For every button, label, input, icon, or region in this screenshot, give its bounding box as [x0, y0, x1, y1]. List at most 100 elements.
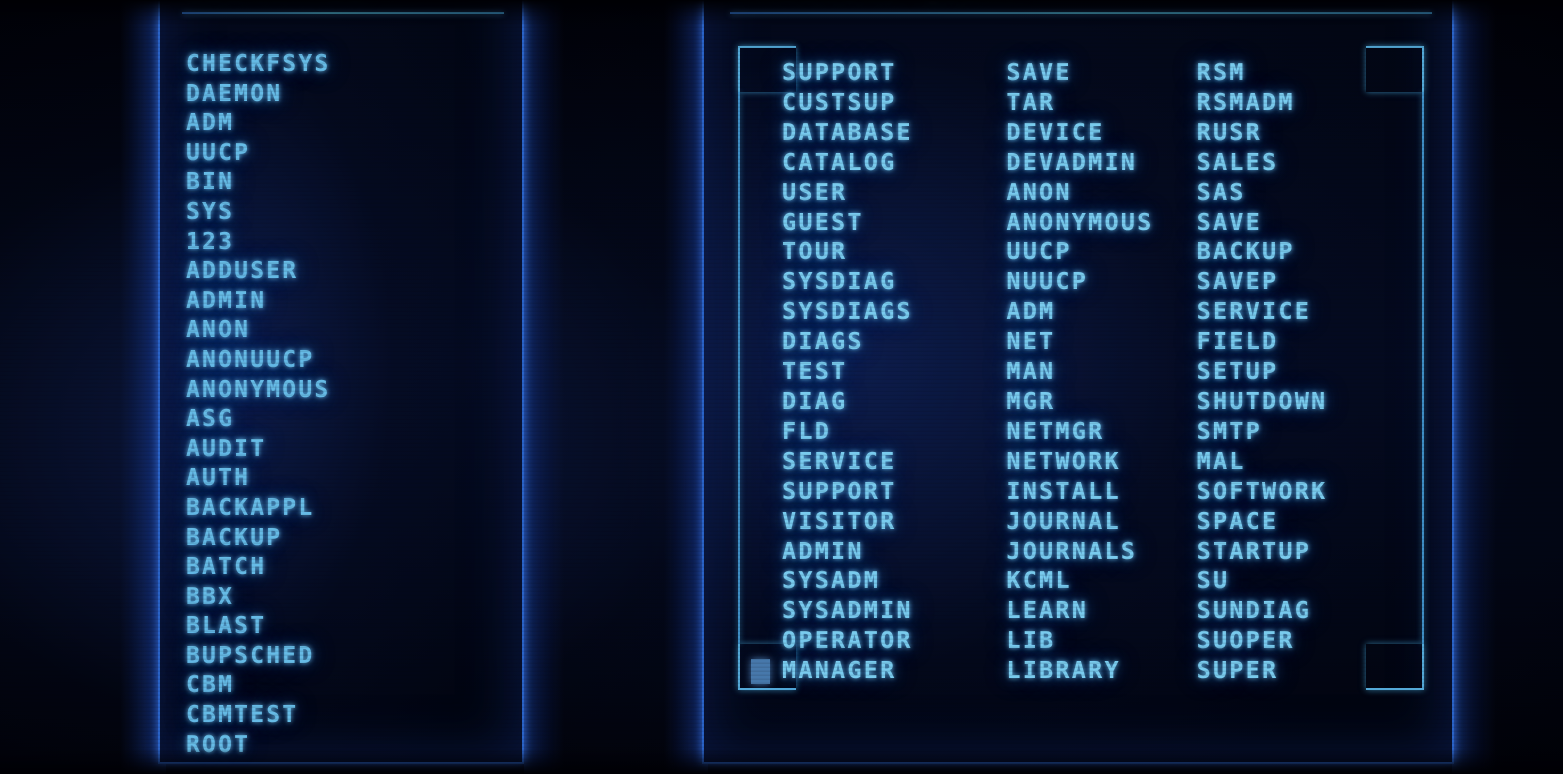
password-entry[interactable]: SMTP [1197, 417, 1412, 447]
username-entry[interactable]: BIN [186, 168, 512, 198]
password-entry[interactable]: MAN [1006, 357, 1196, 387]
password-entry[interactable]: SOFTWORK [1197, 477, 1412, 507]
password-entry[interactable]: NETWORK [1006, 447, 1196, 477]
password-entry[interactable]: SUOPER [1197, 626, 1412, 656]
username-entry[interactable]: ANON [186, 316, 512, 346]
password-entry[interactable]: SYSADM [782, 566, 1006, 596]
username-entry[interactable]: ADM [186, 109, 512, 139]
password-entry[interactable]: GUEST [782, 208, 1006, 238]
password-entry[interactable]: LEARN [1006, 596, 1196, 626]
usernames-header-divider [182, 12, 504, 14]
password-entry[interactable]: SAVE [1006, 58, 1196, 88]
password-entry[interactable]: RUSR [1197, 118, 1412, 148]
password-entry[interactable]: JOURNALS [1006, 537, 1196, 567]
username-entry[interactable]: BBX [186, 583, 512, 613]
password-entry[interactable]: SUNDIAG [1197, 596, 1412, 626]
password-entry[interactable]: DEVADMIN [1006, 148, 1196, 178]
password-entry[interactable]: ANONYMOUS [1006, 208, 1196, 238]
password-entry[interactable]: CATALOG [782, 148, 1006, 178]
password-entry[interactable]: SERVICE [1197, 297, 1412, 327]
password-entry[interactable]: SETUP [1197, 357, 1412, 387]
password-entry[interactable]: SUPPORT [782, 477, 1006, 507]
username-entry[interactable]: BLAST [186, 612, 512, 642]
username-entry[interactable]: BACKUP [186, 524, 512, 554]
password-entry[interactable]: SAVE [1197, 208, 1412, 238]
password-entry[interactable]: SU [1197, 566, 1412, 596]
usernames-list[interactable]: CHECKFSYS DAEMON ADM UUCP BIN SYS 123 ADDUSER AD… [186, 50, 512, 758]
password-entry[interactable]: SAVEP [1197, 267, 1412, 297]
password-entry[interactable]: NETMGR [1006, 417, 1196, 447]
username-entry[interactable]: ROOT [186, 731, 512, 761]
username-entry[interactable]: CHECKFSYS [186, 50, 512, 80]
password-entry[interactable]: SYSDIAGS [782, 297, 1006, 327]
ambient-glow-band-mid-left [524, 0, 564, 774]
password-entry[interactable]: NET [1006, 327, 1196, 357]
username-entry[interactable]: BACKAPPL [186, 494, 512, 524]
password-entry[interactable]: ADM [1006, 297, 1196, 327]
password-entry[interactable]: KCML [1006, 566, 1196, 596]
password-entry[interactable]: INSTALL [1006, 477, 1196, 507]
password-entry[interactable]: SYSDIAG [782, 267, 1006, 297]
password-entry[interactable]: MAL [1197, 447, 1412, 477]
password-entry[interactable]: SYSADMIN [782, 596, 1006, 626]
password-entry[interactable]: SPACE [1197, 507, 1412, 537]
password-entry[interactable]: RSM [1197, 58, 1412, 88]
password-entry[interactable]: MGR [1006, 387, 1196, 417]
password-entry[interactable]: ANON [1006, 178, 1196, 208]
password-entry[interactable]: USER [782, 178, 1006, 208]
password-entry[interactable]: SUPPORT [782, 58, 1006, 88]
password-entry[interactable]: RSMADM [1197, 88, 1412, 118]
username-entry[interactable]: SYS [186, 198, 512, 228]
password-entry[interactable]: DIAG [782, 387, 1006, 417]
password-entry[interactable]: VISITOR [782, 507, 1006, 537]
password-entry[interactable]: DEVICE [1006, 118, 1196, 148]
usernames-panel: USERNAMES CHECKFSYSDAEMONADMUUCPBINSYS12… [158, 0, 524, 764]
password-query-columns: SUPPORT CUSTSUP DATABASE CATALOG USER GUEST TO… [751, 58, 1412, 685]
password-entry[interactable]: SAS [1197, 178, 1412, 208]
password-query-panel-title: PASSWORD QUERY [704, 0, 1452, 3]
password-entry[interactable]: CUSTSUP [782, 88, 1006, 118]
password-entry[interactable]: SALES [1197, 148, 1412, 178]
password-column-3[interactable]: RSM RSMADM RUSR SALES SAS SAVE BACKUP SAVEP SERV… [1197, 58, 1412, 684]
password-entry[interactable]: JOURNAL [1006, 507, 1196, 537]
password-entry[interactable]: BACKUP [1197, 237, 1412, 267]
frame-edge-right [1422, 92, 1424, 644]
password-query-title-text: PASSWORD QUERY [740, 0, 1024, 3]
password-entry[interactable]: FIELD [1197, 327, 1412, 357]
username-entry[interactable]: ASG [186, 405, 512, 435]
username-entry[interactable]: ADMIN [186, 287, 512, 317]
username-entry[interactable]: BATCH [186, 553, 512, 583]
password-query-panel: PASSWORD QUERY SUPPORTCUSTSUPDATABASECAT… [702, 0, 1454, 764]
password-entry[interactable]: LIB [1006, 626, 1196, 656]
password-entry[interactable]: TEST [782, 357, 1006, 387]
password-entry[interactable]: OPERATOR [782, 626, 1006, 656]
username-entry[interactable]: AUDIT [186, 435, 512, 465]
password-entry[interactable]: FLD [782, 417, 1006, 447]
username-entry[interactable]: AUTH [186, 464, 512, 494]
password-entry[interactable]: LIBRARY [1006, 656, 1196, 686]
username-entry[interactable]: ANONUUCP [186, 346, 512, 376]
username-entry[interactable]: BUPSCHED [186, 642, 512, 672]
password-column-1[interactable]: SUPPORT CUSTSUP DATABASE CATALOG USER GUEST TO… [751, 58, 1006, 685]
username-entry[interactable]: ANONYMOUS [186, 376, 512, 406]
username-entry[interactable]: CBMTEST [186, 701, 512, 731]
password-entry[interactable]: UUCP [1006, 237, 1196, 267]
password-entry[interactable]: MANAGER [751, 656, 1006, 686]
username-entry[interactable]: 123 [186, 228, 512, 258]
password-entry[interactable]: SERVICE [782, 447, 1006, 477]
username-entry[interactable]: DAEMON [186, 80, 512, 110]
password-entry[interactable]: TOUR [782, 237, 1006, 267]
password-entry[interactable]: NUUCP [1006, 267, 1196, 297]
password-entry[interactable]: SUPER [1197, 656, 1412, 686]
username-entry[interactable]: CBM [186, 671, 512, 701]
password-entry[interactable]: SHUTDOWN [1197, 387, 1412, 417]
password-entry[interactable]: TAR [1006, 88, 1196, 118]
username-entry[interactable]: ADDUSER [186, 257, 512, 287]
password-entry[interactable]: DATABASE [782, 118, 1006, 148]
password-entry[interactable]: ADMIN [782, 537, 1006, 567]
password-entry[interactable]: DIAGS [782, 327, 1006, 357]
password-column-2[interactable]: SAVE TAR DEVICE DEVADMIN ANON ANONYMOUS UUCP NU… [1006, 58, 1196, 684]
password-entry[interactable]: STARTUP [1197, 537, 1412, 567]
usernames-panel-title: USERNAMES [160, 0, 522, 3]
username-entry[interactable]: UUCP [186, 139, 512, 169]
